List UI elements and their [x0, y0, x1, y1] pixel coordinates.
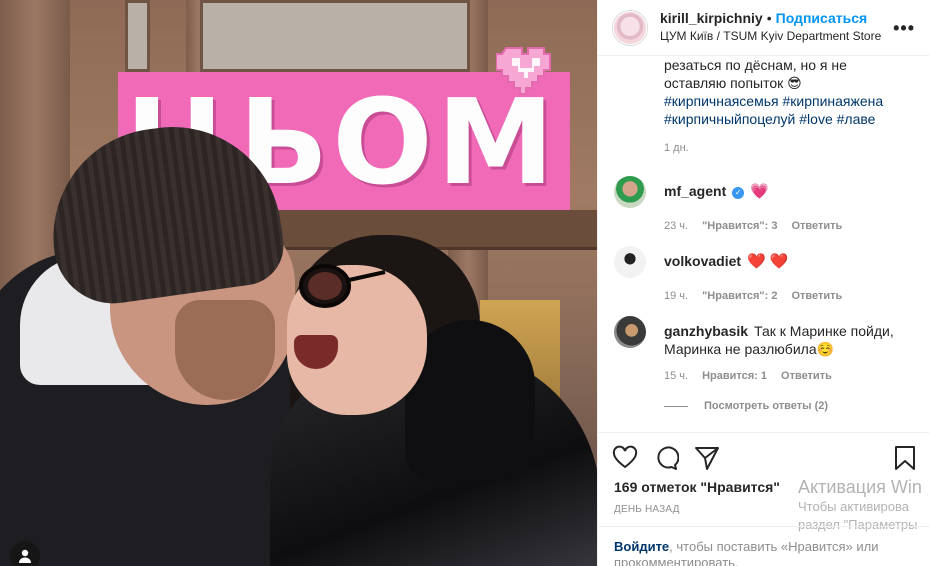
post-sidebar: kirill_kirpichniy • Подписаться ЦУМ Київ /… [597, 0, 929, 566]
login-prompt: Войдите, чтобы поставить «Нравится» или … [598, 526, 929, 566]
comment-item: mf_agent ✓ 💗 23 ч. "Нравится": 3 Ответить [614, 176, 919, 232]
view-replies-button[interactable]: Посмотреть ответы (2) [664, 400, 828, 412]
commenter-avatar[interactable] [614, 176, 646, 208]
bookmark-icon[interactable] [892, 445, 918, 471]
comment-text: ❤️ ❤️ [747, 253, 789, 270]
more-options-icon[interactable]: ••• [893, 18, 915, 39]
building-windows [125, 0, 150, 72]
hashtag-line[interactable]: #кирпичнаясемья #кирпинаяжена [664, 92, 914, 110]
separator-dot: • [766, 10, 772, 26]
pixel-heart-icon [496, 47, 551, 95]
activation-title: Активация Win [798, 477, 922, 497]
comment-time[interactable]: 19 ч. [664, 290, 688, 302]
entrance-canopy [270, 210, 597, 250]
comment-time[interactable]: 15 ч. [664, 370, 688, 382]
reply-button[interactable]: Ответить [781, 370, 832, 382]
post-caption: резаться по дёснам, но я не оставляю поп… [614, 56, 914, 128]
replies-divider [664, 405, 688, 407]
building-windows [200, 0, 470, 72]
commenter-username[interactable]: mf_agent [664, 183, 726, 199]
login-prompt-text: прокомментировать. [614, 555, 739, 566]
view-replies-label: Посмотреть ответы (2) [704, 400, 829, 412]
share-icon[interactable] [694, 445, 720, 471]
commenter-avatar[interactable] [614, 246, 646, 278]
commenter-username[interactable]: volkovadiet [664, 253, 741, 269]
avatar-image [614, 11, 646, 44]
reply-button[interactable]: Ответить [791, 220, 842, 232]
comments-list[interactable]: резаться по дёснам, но я не оставляю поп… [598, 56, 929, 431]
post-timestamp[interactable]: ДЕНЬ НАЗАД [614, 504, 680, 515]
comment-icon[interactable] [653, 445, 679, 471]
login-link[interactable]: Войдите [614, 539, 669, 554]
commenter-avatar[interactable] [614, 316, 646, 348]
activation-text: Чтобы активирова [798, 499, 910, 514]
commenter-username[interactable]: ganzhybasik [664, 323, 748, 339]
hashtag-line[interactable]: #кирпичныйпоцелуй #love #лаве [664, 110, 914, 128]
comment-likes[interactable]: "Нравится": 3 [702, 220, 777, 232]
post-header: kirill_kirpichniy • Подписаться ЦУМ Київ /… [598, 0, 929, 56]
comment-time[interactable]: 23 ч. [664, 220, 688, 232]
author-username[interactable]: kirill_kirpichniy [660, 10, 763, 26]
comment-likes[interactable]: Нравится: 1 [702, 370, 767, 382]
follow-button[interactable]: Подписаться [776, 10, 868, 26]
likes-count[interactable]: 169 отметок "Нравится" [614, 479, 780, 495]
action-bar [598, 432, 929, 482]
tagged-users-button[interactable] [10, 541, 40, 566]
man-beard [175, 300, 275, 400]
user-icon [19, 549, 31, 563]
heart-icon[interactable] [612, 445, 638, 471]
caption-timestamp[interactable]: 1 дн. [614, 142, 914, 154]
reply-button[interactable]: Ответить [791, 290, 842, 302]
comment-item: volkovadiet ❤️ ❤️ 19 ч. "Нравится": 2 Отв… [614, 246, 919, 302]
comment-text: 💗 [750, 183, 769, 200]
verified-badge-icon: ✓ [732, 187, 745, 199]
comment-text: Так к Маринке пойди, [754, 323, 894, 339]
caption-line: оставляю попыток 😎 [664, 75, 802, 91]
login-prompt-text: , чтобы поставить «Нравится» или [669, 539, 879, 554]
comment-likes[interactable]: "Нравится": 2 [702, 290, 777, 302]
comment-text: Маринка не разлюбила☺️ [664, 341, 835, 357]
location-link[interactable]: ЦУМ Київ / TSUM Kyiv Department Store [660, 29, 881, 44]
caption-line: резаться по дёснам, но я не [664, 57, 847, 73]
sunglasses [299, 264, 386, 308]
comment-item: ganzhybasik Так к Маринке пойди, Маринка … [614, 316, 919, 382]
post-photo[interactable]: ЦЬОМ [0, 0, 597, 566]
author-avatar[interactable] [612, 9, 648, 46]
